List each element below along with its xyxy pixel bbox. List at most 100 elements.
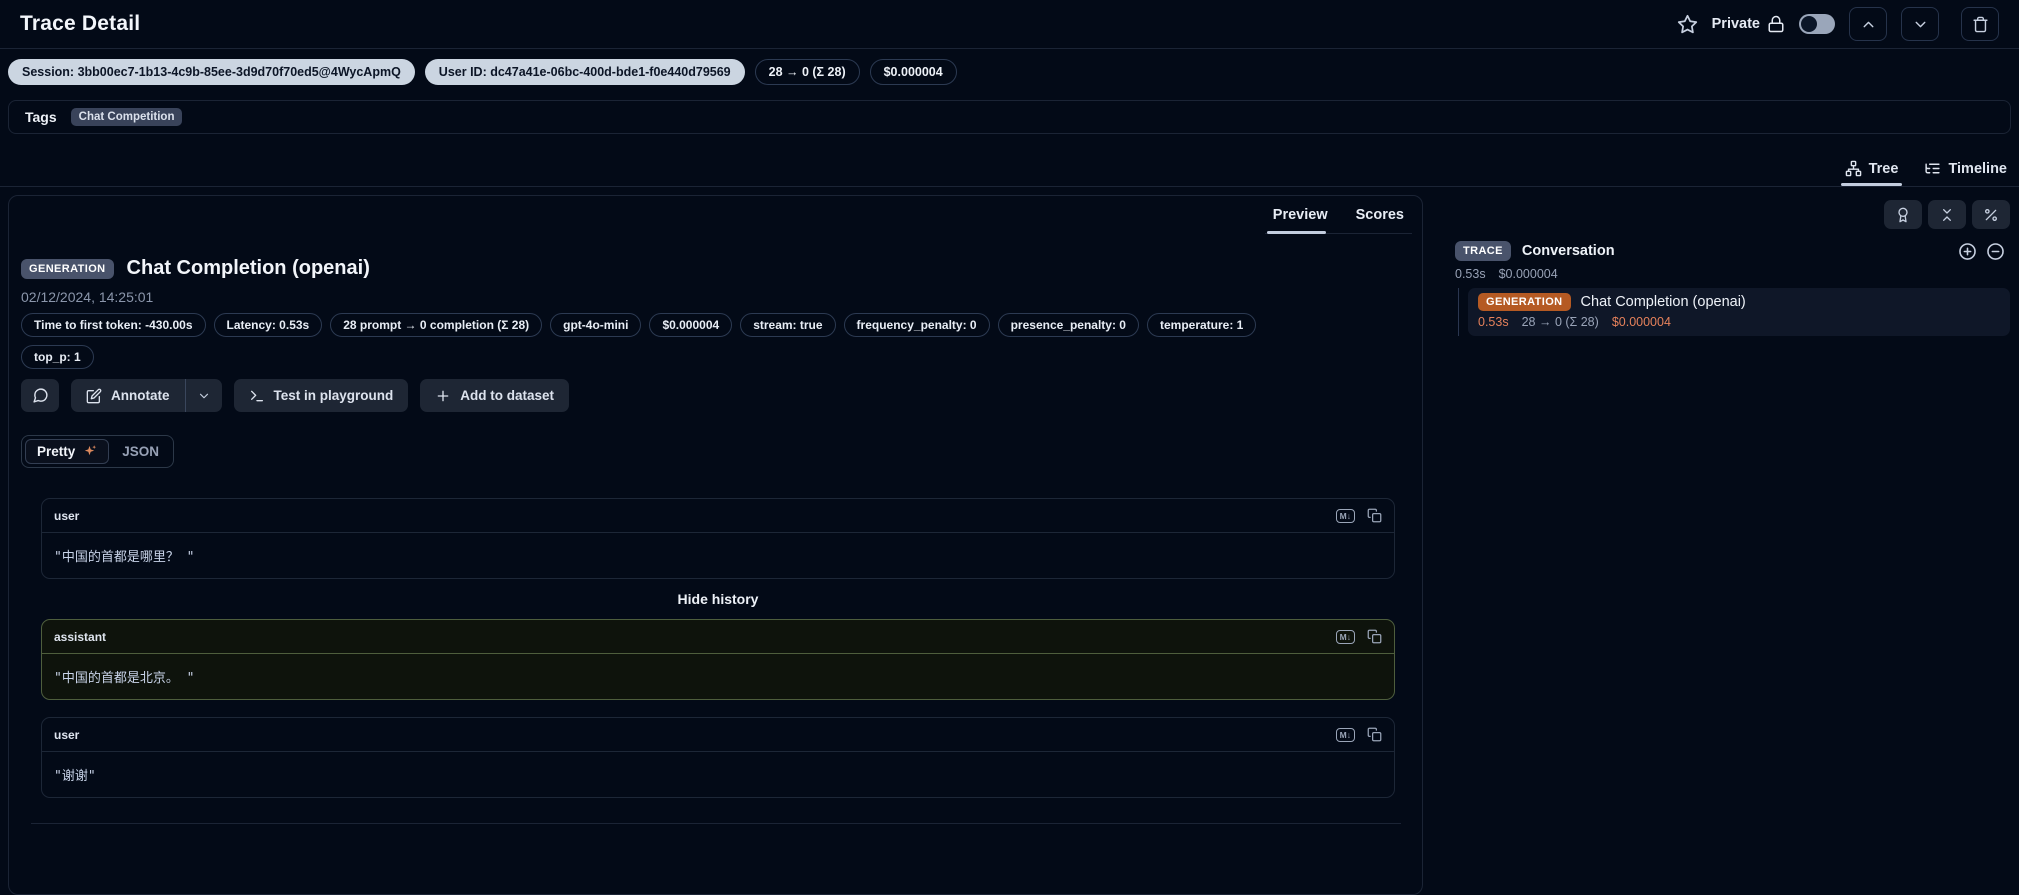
next-trace-button[interactable] [1901,7,1939,41]
token-usage-badge: 28 → 0 (Σ 28) [755,59,860,85]
message-assistant: assistant M↓ "中国的首都是北京。 " [41,619,1395,700]
markdown-toggle-icon[interactable]: M↓ [1336,630,1355,644]
expand-all-icon[interactable] [1958,242,1977,261]
annotate-button[interactable]: Annotate [71,379,185,412]
tab-scores[interactable]: Scores [1356,207,1404,223]
markdown-toggle-icon[interactable]: M↓ [1336,509,1355,523]
format-json-segment[interactable]: JSON [111,440,170,463]
trace-metrics: 0.53s $0.000004 [1455,267,1558,281]
tags-label: Tags [25,109,57,125]
tab-timeline[interactable]: Timeline [1924,160,2007,186]
toggle-metrics-button[interactable] [1972,200,2010,229]
messages-list: user M↓ "中国的首都是哪里？ " Hide history assist… [41,498,1395,824]
trace-title: Conversation [1522,243,1615,259]
tab-preview[interactable]: Preview [1273,207,1328,223]
generation-node-title-row: GENERATION Chat Completion (openai) [1478,293,2000,311]
message-user-2: user M↓ "谢谢" [41,717,1395,798]
comment-bubble-icon [32,387,49,404]
generation-latency: 0.53s [1478,315,1509,329]
plus-icon [435,388,451,404]
copy-icon[interactable] [1367,629,1382,644]
observation-actions-row: Annotate Test in playground Add to datas… [21,379,569,412]
message-content: "中国的首都是哪里？ " [42,533,1394,578]
view-tabs-bar: Tree Timeline [0,141,2019,187]
metric-cost: $0.000004 [649,313,732,337]
generation-type-badge: GENERATION [21,259,114,279]
collapse-tree-button[interactable] [1928,200,1966,229]
message-header-icons: M↓ [1336,629,1382,644]
pretty-label: Pretty [37,444,75,459]
metric-latency: Latency: 0.53s [214,313,323,337]
page-title: Trace Detail [20,12,140,36]
annotate-dropdown-button[interactable] [186,379,222,412]
metric-stream: stream: true [740,313,835,337]
annotate-pen-icon [86,388,102,404]
user-id-badge[interactable]: User ID: dc47a41e-06bc-400d-bde1-f0e440d… [425,59,745,85]
generation-node-metrics: 0.53s 28 → 0 (Σ 28) $0.000004 [1478,315,2000,329]
metric-frequency-penalty: frequency_penalty: 0 [844,313,990,337]
timeline-icon [1924,160,1941,177]
message-header: user M↓ [42,718,1394,752]
comments-button[interactable] [21,379,59,412]
total-cost-badge: $0.000004 [870,59,957,85]
trace-latency: 0.53s [1455,267,1486,281]
page-header: Trace Detail Private [0,0,2019,49]
trace-type-badge: TRACE [1455,241,1511,261]
sparkles-icon [82,444,97,459]
message-content: "谢谢" [42,752,1394,797]
observation-timestamp: 02/12/2024, 14:25:01 [21,289,153,305]
previous-trace-button[interactable] [1849,7,1887,41]
tree-indent-line [1458,288,1459,336]
metric-temperature: temperature: 1 [1147,313,1256,337]
trace-zoom-controls [1958,242,2005,261]
observation-detail-panel: Preview Scores GENERATION Chat Completio… [8,195,1423,895]
delete-trace-button[interactable] [1961,7,1999,41]
collapse-all-icon[interactable] [1986,242,2005,261]
generation-cost: $0.000004 [1612,315,1671,329]
tree-actions [1884,200,2010,229]
message-role: assistant [54,630,106,644]
message-header: user M↓ [42,499,1394,533]
annotate-split-button: Annotate [71,379,222,412]
metric-top-p: top_p: 1 [21,345,94,369]
panel-tabs: Preview Scores [1265,201,1412,234]
tab-timeline-label: Timeline [1948,161,2007,177]
playground-label: Test in playground [274,388,394,403]
trace-id-row: Session: 3bb00ec7-1b13-4c9b-85ee-3d9d70f… [8,59,957,85]
message-role: user [54,728,79,742]
format-pretty-segment[interactable]: Pretty [25,439,109,464]
tree-node-generation[interactable]: GENERATION Chat Completion (openai) 0.53… [1468,288,2010,336]
scores-award-button[interactable] [1884,200,1922,229]
format-toggle: Pretty JSON [21,435,174,468]
session-badge[interactable]: Session: 3bb00ec7-1b13-4c9b-85ee-3d9d70f… [8,59,415,85]
percent-icon [1983,207,1999,223]
metric-time-to-first-token: Time to first token: -430.00s [21,313,206,337]
tags-row[interactable]: Tags Chat Competition [8,100,2011,134]
metric-presence-penalty: presence_penalty: 0 [998,313,1139,337]
message-role: user [54,509,79,523]
message-content: "中国的首都是北京。 " [42,654,1394,699]
toggle-knob [1801,16,1817,32]
copy-icon[interactable] [1367,727,1382,742]
hide-history-button[interactable]: Hide history [678,591,759,611]
add-to-dataset-button[interactable]: Add to dataset [420,379,569,412]
message-user-1: user M↓ "中国的首都是哪里？ " [41,498,1395,579]
tab-tree-label: Tree [1869,161,1899,177]
trace-tree-root[interactable]: TRACE Conversation [1455,241,2005,261]
privacy-label: Private [1712,16,1760,32]
message-header: assistant M↓ [42,620,1394,654]
tab-tree[interactable]: Tree [1845,160,1899,186]
io-section-divider [31,823,1401,824]
lock-icon [1767,15,1785,33]
metric-model[interactable]: gpt-4o-mini [550,313,641,337]
generation-tokens: 28 → 0 (Σ 28) [1522,315,1599,329]
privacy-group: Private [1712,15,1785,33]
test-in-playground-button[interactable]: Test in playground [234,379,409,412]
copy-icon[interactable] [1367,508,1382,523]
bookmark-star-icon[interactable] [1677,14,1698,35]
observation-title: Chat Completion (openai) [127,257,370,280]
markdown-toggle-icon[interactable]: M↓ [1336,728,1355,742]
header-actions: Private [1677,7,1999,41]
public-toggle[interactable] [1799,14,1835,34]
tag-chip[interactable]: Chat Competition [71,108,183,126]
